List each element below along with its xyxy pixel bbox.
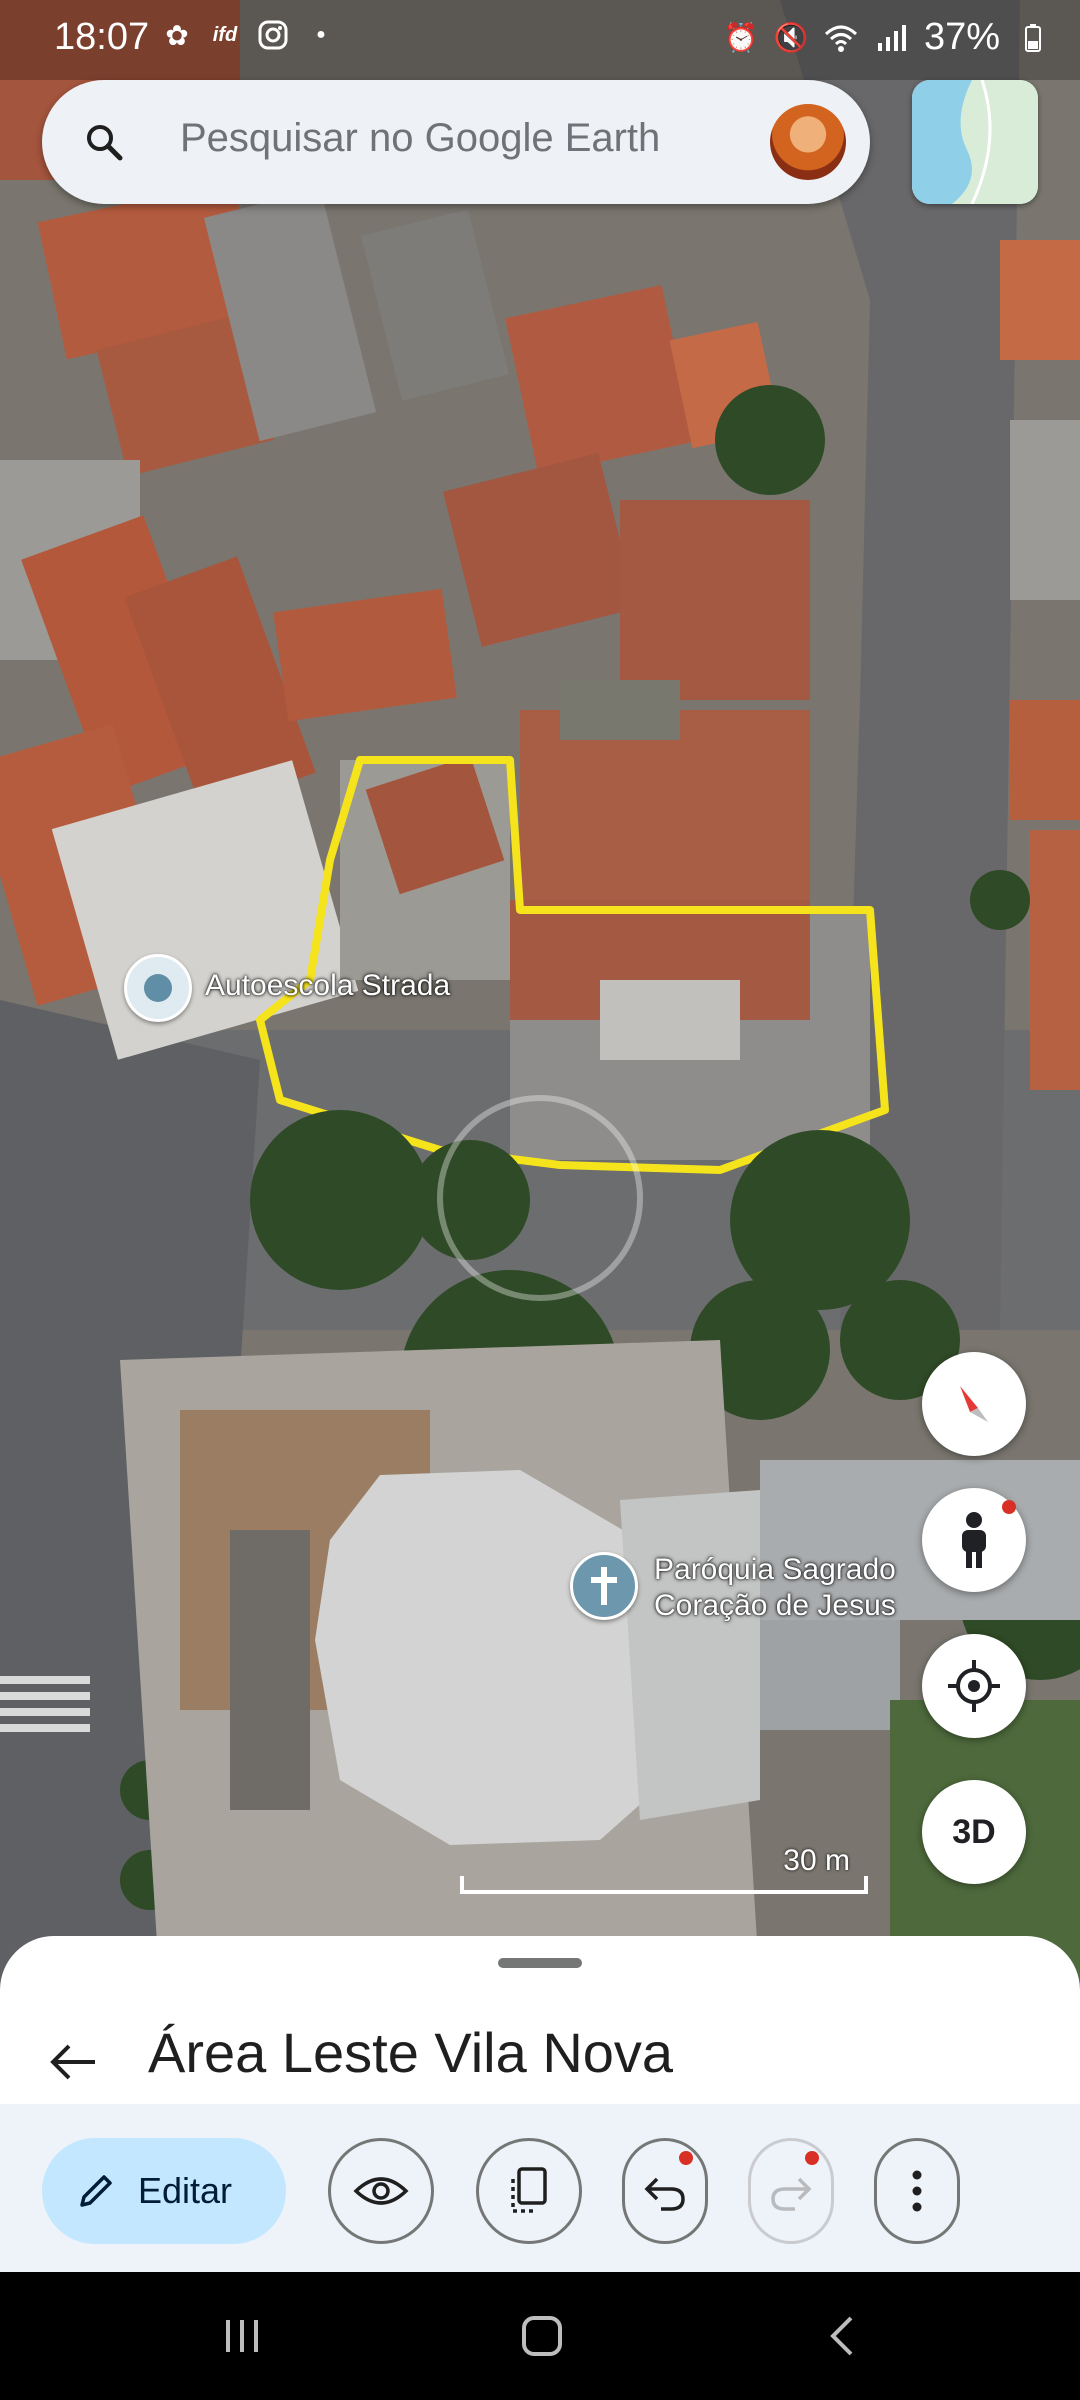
notification-dot (679, 2151, 693, 2165)
signal-icon (874, 21, 908, 55)
home-button[interactable] (512, 2306, 572, 2366)
search-input[interactable]: Pesquisar no Google Earth (180, 116, 660, 161)
map-layers-button[interactable] (912, 80, 1038, 204)
recent-apps-button[interactable] (212, 2306, 272, 2366)
copy-icon (511, 2167, 547, 2213)
home-icon (522, 2316, 562, 2356)
dot-icon: ● (316, 26, 326, 43)
more-options-button[interactable] (874, 2138, 960, 2244)
place-label[interactable]: Paróquia Sagrado Coração de Jesus (654, 1552, 896, 1624)
notification-dot (1002, 1500, 1016, 1514)
search-bar[interactable]: Pesquisar no Google Earth (42, 80, 870, 204)
undo-icon (644, 2177, 685, 2211)
more-vert-icon (912, 2170, 922, 2212)
back-nav-button[interactable] (812, 2306, 872, 2366)
eye-icon (353, 2177, 409, 2205)
project-title: Área Leste Vila Nova (148, 2021, 674, 2084)
back-button[interactable] (38, 2026, 110, 2098)
sheet-drag-handle[interactable] (498, 1958, 582, 1968)
mute-icon: 🔇 (773, 22, 809, 53)
church-pin-icon[interactable] (570, 1552, 638, 1620)
undo-button[interactable] (622, 2138, 708, 2244)
ifood-icon: ifd (212, 23, 238, 46)
instagram-icon (256, 18, 290, 52)
battery-icon (1016, 21, 1050, 55)
3d-label: 3D (952, 1812, 996, 1851)
back-chevron-icon (830, 2316, 853, 2356)
redo-icon (771, 2177, 812, 2211)
place-label[interactable]: Autoescola Strada (205, 968, 450, 1004)
compass-button[interactable] (922, 1352, 1026, 1456)
alarm-icon: ⏰ (723, 22, 759, 53)
my-location-button[interactable] (922, 1634, 1026, 1738)
arrow-left-icon (50, 2044, 95, 2080)
street-view-button[interactable] (922, 1488, 1026, 1592)
wifi-icon (824, 21, 858, 55)
map-thumbnail-icon (912, 80, 1038, 204)
status-bar: 18:07 ✿ ifd ● ⏰ 🔇 37% (0, 0, 1080, 76)
compass-icon (960, 1386, 988, 1422)
notification-dot (805, 2151, 819, 2165)
edit-button[interactable]: Editar (42, 2138, 286, 2244)
recents-icon (226, 2320, 258, 2352)
status-time: 18:07 (54, 16, 150, 58)
bug-icon: ✿ (165, 19, 189, 51)
pencil-icon (80, 2175, 112, 2207)
satellite-map[interactable]: Autoescola Strada Paróquia Sagrado Coraç… (0, 0, 1080, 2000)
bottom-sheet[interactable]: Área Leste Vila Nova Editar (0, 1936, 1080, 2272)
edit-label: Editar (138, 2170, 233, 2211)
location-target-icon (948, 1660, 1000, 1712)
visibility-button[interactable] (328, 2138, 434, 2244)
3d-toggle-button[interactable]: 3D (922, 1780, 1026, 1884)
search-icon[interactable] (82, 120, 126, 164)
system-nav-bar (0, 2272, 1080, 2400)
place-pin-icon[interactable] (124, 954, 192, 1022)
pegman-icon (962, 1512, 986, 1568)
scale-text: 30 m (783, 1844, 850, 1877)
redo-button[interactable] (748, 2138, 834, 2244)
avatar[interactable] (770, 104, 846, 180)
battery-text: 37% (923, 16, 1000, 58)
copy-button[interactable] (476, 2138, 582, 2244)
scale-bar: 30 m (460, 1844, 868, 1894)
